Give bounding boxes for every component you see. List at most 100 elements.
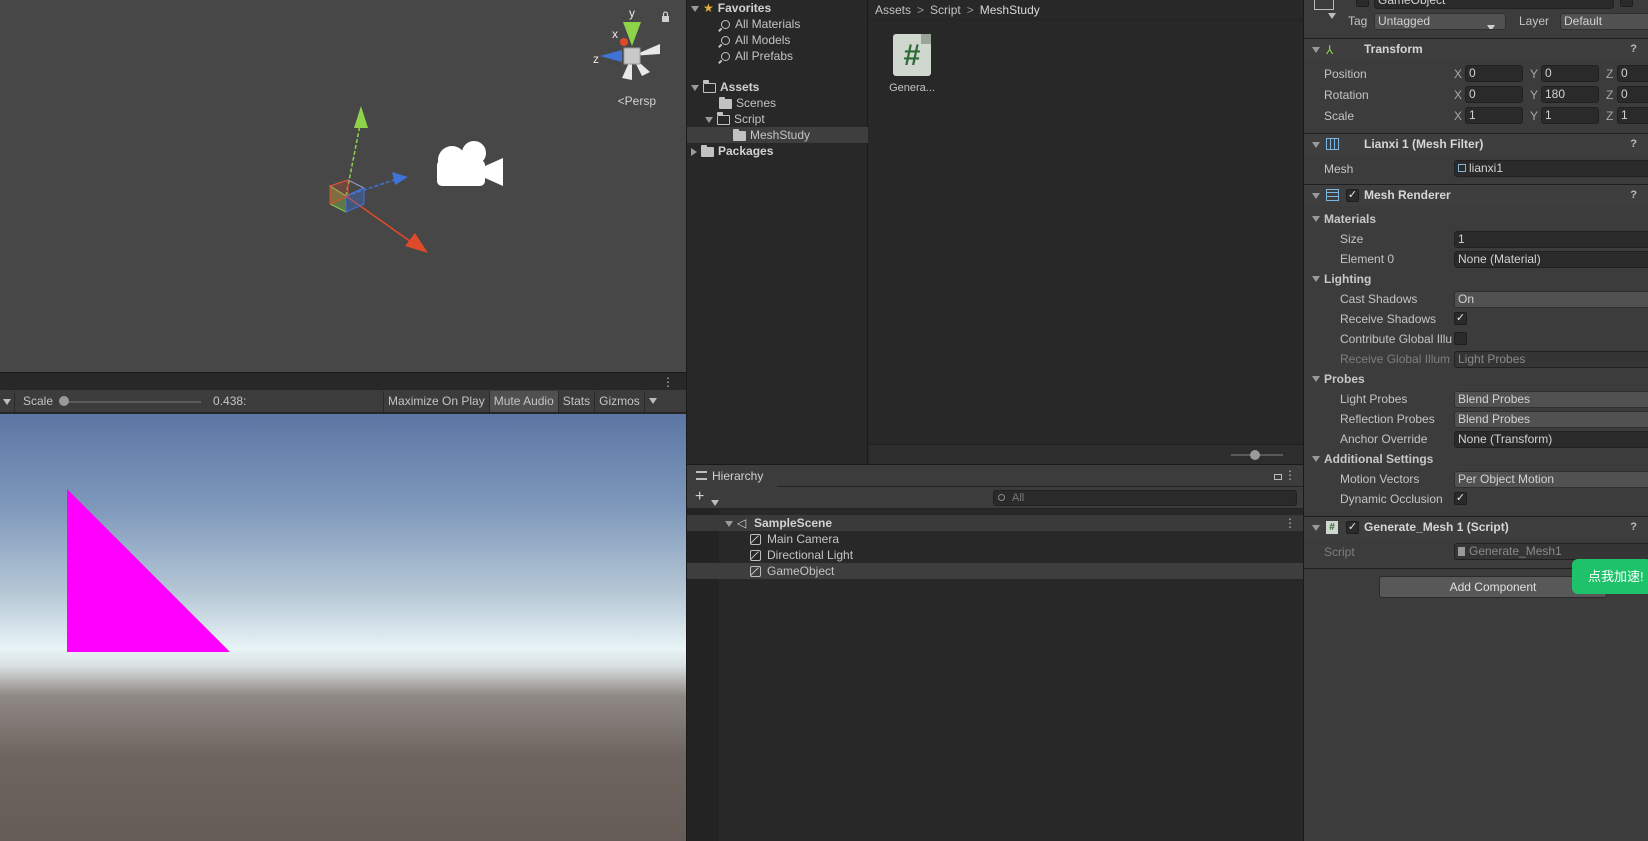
rotation-z-field[interactable]: 0 xyxy=(1617,86,1648,103)
position-x-field[interactable]: 0 xyxy=(1465,65,1523,82)
light-probes-dropdown[interactable]: Blend Probes xyxy=(1454,391,1648,408)
icon-dropdown-icon[interactable] xyxy=(1328,8,1340,22)
asset-tile-script[interactable]: # Genera... xyxy=(887,34,937,96)
breadcrumb-meshstudy[interactable]: MeshStudy xyxy=(980,3,1040,17)
inspector-panel: GameObject Tag Untagged Layer Default ⅄ … xyxy=(1303,0,1648,841)
tree-packages[interactable]: Packages xyxy=(691,143,773,159)
script-component-header[interactable]: # ✓ Generate_Mesh 1 (Script) ? xyxy=(1304,516,1648,538)
more-options-icon[interactable]: ⋮ xyxy=(662,375,674,389)
hierarchy-search-input[interactable]: All xyxy=(993,490,1297,506)
help-icon[interactable]: ? xyxy=(1630,189,1637,201)
mute-audio-button[interactable]: Mute Audio xyxy=(488,390,558,412)
object-name-field[interactable]: GameObject xyxy=(1374,0,1614,9)
scale-y-field[interactable]: 1 xyxy=(1541,107,1599,124)
move-tool-gizmo[interactable] xyxy=(328,106,428,253)
breadcrumb-script[interactable]: Script xyxy=(930,3,961,17)
element0-field[interactable]: None (Material) xyxy=(1454,251,1648,268)
maximize-on-play-button[interactable]: Maximize On Play xyxy=(383,390,489,412)
layer-dropdown[interactable]: Default xyxy=(1560,13,1648,30)
scale-z-field[interactable]: 1 xyxy=(1617,107,1648,124)
script-enabled-checkbox[interactable]: ✓ xyxy=(1346,521,1359,534)
projection-arrow-icon: < xyxy=(617,94,625,108)
probes-section[interactable]: Probes xyxy=(1324,372,1365,386)
tab-hierarchy-label: Hierarchy xyxy=(712,469,764,483)
hierarchy-row-main-camera[interactable]: Main Camera xyxy=(687,531,1304,547)
foldout-icon[interactable] xyxy=(1312,376,1320,382)
gizmos-button[interactable]: Gizmos xyxy=(594,390,644,412)
orientation-gizmo[interactable] xyxy=(600,22,660,80)
foldout-icon[interactable] xyxy=(1312,456,1320,462)
axis-y-label: Y xyxy=(1530,109,1539,123)
mesh-icon xyxy=(1458,164,1466,172)
more-options-icon[interactable]: ⋮ xyxy=(1284,468,1296,482)
tree-item-all-prefabs[interactable]: All Prefabs xyxy=(721,48,793,64)
tree-item-all-materials[interactable]: All Materials xyxy=(721,16,800,32)
rotation-x-field[interactable]: 0 xyxy=(1465,86,1523,103)
tree-assets[interactable]: Assets xyxy=(691,79,759,95)
speedup-button[interactable]: 点我加速! xyxy=(1572,559,1648,594)
lock-icon[interactable] xyxy=(1274,470,1282,480)
receive-shadows-checkbox[interactable]: ✓ xyxy=(1454,312,1467,325)
contribute-gi-checkbox[interactable] xyxy=(1454,332,1467,345)
scene-name: SampleScene xyxy=(754,516,833,530)
position-z-field[interactable]: 0 xyxy=(1617,65,1648,82)
tab-hierarchy[interactable]: Hierarchy xyxy=(687,465,777,487)
zoom-slider-thumb[interactable] xyxy=(1250,450,1260,460)
lighting-section[interactable]: Lighting xyxy=(1324,272,1371,286)
scale-x-field[interactable]: 1 xyxy=(1465,107,1523,124)
stats-button[interactable]: Stats xyxy=(557,390,594,412)
help-icon[interactable]: ? xyxy=(1630,43,1637,55)
more-options-icon[interactable]: ⋮ xyxy=(1284,515,1296,531)
lock-icon[interactable] xyxy=(662,11,669,22)
gizmos-dropdown-icon[interactable] xyxy=(643,390,664,412)
active-checkbox[interactable] xyxy=(1356,0,1369,7)
hierarchy-row-gameobject[interactable]: GameObject xyxy=(687,563,1304,579)
display-dropdown-icon[interactable] xyxy=(0,394,14,408)
mesh-renderer-title: Mesh Renderer xyxy=(1364,188,1451,202)
game-view[interactable] xyxy=(0,414,686,841)
rotation-y-field[interactable]: 180 xyxy=(1541,86,1599,103)
scene-canvas[interactable]: y x z xyxy=(0,0,686,372)
foldout-icon[interactable] xyxy=(1312,216,1320,222)
position-y-field[interactable]: 0 xyxy=(1541,65,1599,82)
add-dropdown-icon[interactable] xyxy=(711,495,723,509)
anchor-override-field[interactable]: None (Transform) xyxy=(1454,431,1648,448)
motion-vectors-dropdown[interactable]: Per Object Motion xyxy=(1454,471,1648,488)
size-field[interactable]: 1 xyxy=(1454,231,1648,248)
scene-view[interactable]: y x z <Persp xyxy=(0,0,686,372)
mesh-field[interactable]: lianxi1 xyxy=(1454,160,1648,177)
scale-slider[interactable] xyxy=(59,391,205,412)
reflection-probes-dropdown[interactable]: Blend Probes xyxy=(1454,411,1648,428)
additional-settings-section[interactable]: Additional Settings xyxy=(1324,452,1433,466)
tag-dropdown[interactable]: Untagged xyxy=(1374,13,1506,30)
materials-section[interactable]: Materials xyxy=(1324,212,1376,226)
mesh-renderer-header[interactable]: ✓ Mesh Renderer ? xyxy=(1304,184,1648,206)
projection-label: Persp xyxy=(624,94,656,108)
dynamic-occlusion-checkbox[interactable]: ✓ xyxy=(1454,492,1467,505)
tree-item-scenes[interactable]: Scenes xyxy=(719,95,776,111)
add-object-icon[interactable]: + xyxy=(695,487,704,507)
help-icon[interactable]: ? xyxy=(1630,138,1637,150)
help-icon[interactable]: ? xyxy=(1630,521,1637,533)
transform-header[interactable]: ⅄ Transform ? xyxy=(1304,38,1648,60)
foldout-icon[interactable] xyxy=(1312,276,1320,282)
mesh-renderer-enabled-checkbox[interactable]: ✓ xyxy=(1346,189,1359,202)
hierarchy-row-directional-light[interactable]: Directional Light xyxy=(687,547,1304,563)
gizmo-x-label: x xyxy=(612,27,618,41)
tree-item-all-models[interactable]: All Models xyxy=(721,32,790,48)
hierarchy-list: ◁ SampleScene ⋮ Main Camera Directional … xyxy=(687,509,1304,841)
search-icon xyxy=(998,494,1005,501)
projection-toggle[interactable]: <Persp xyxy=(618,94,656,108)
mesh-filter-header[interactable]: Lianxi 1 (Mesh Filter) ? xyxy=(1304,133,1648,155)
gameobject-cube-icon xyxy=(750,534,761,546)
tree-item-script[interactable]: Script xyxy=(705,111,765,127)
tree-item-meshstudy[interactable]: MeshStudy xyxy=(687,127,868,143)
tree-favorites[interactable]: ★ Favorites xyxy=(691,0,771,16)
scale-slider-thumb[interactable] xyxy=(59,395,70,406)
camera-icon[interactable] xyxy=(437,141,503,186)
breadcrumb-assets[interactable]: Assets xyxy=(875,3,911,17)
static-checkbox[interactable] xyxy=(1620,0,1633,7)
mesh-value: lianxi1 xyxy=(1469,161,1504,175)
cast-shadows-dropdown[interactable]: On xyxy=(1454,291,1648,308)
hierarchy-scene-row[interactable]: ◁ SampleScene ⋮ xyxy=(687,515,1304,531)
